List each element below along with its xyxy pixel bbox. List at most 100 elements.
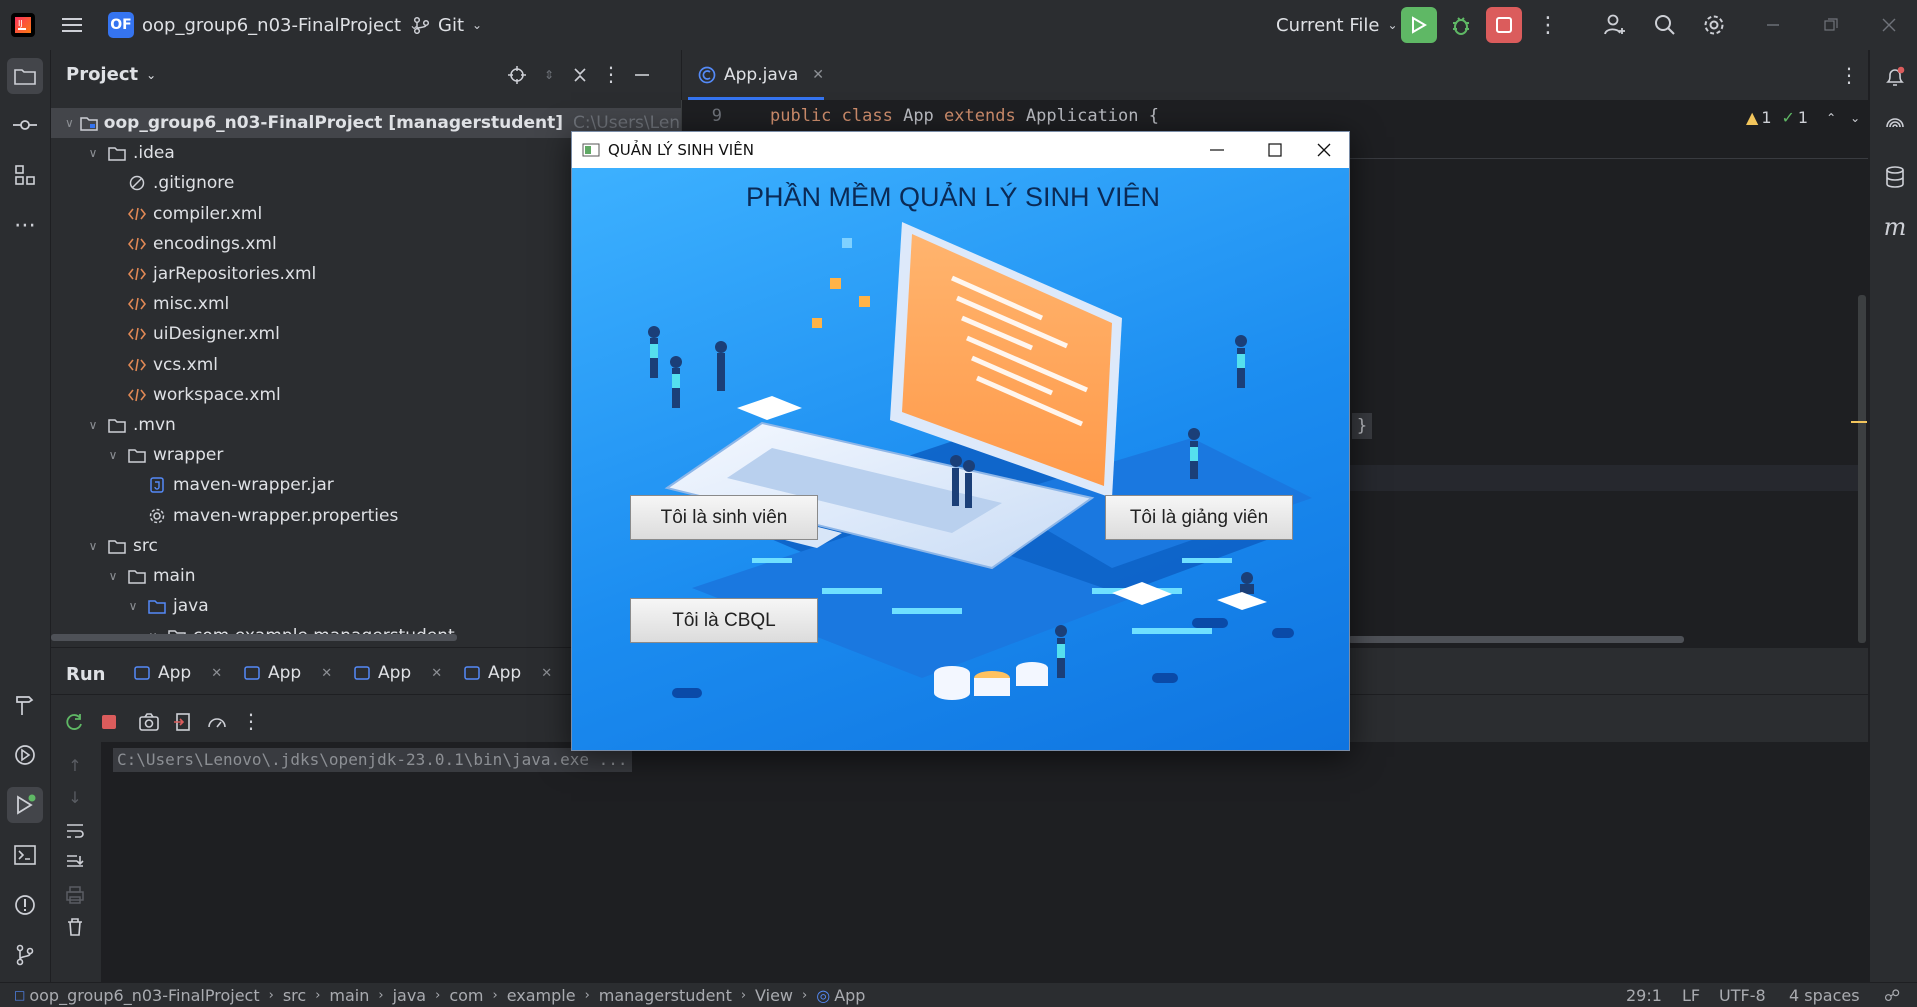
maven-icon[interactable]: m xyxy=(1880,212,1910,242)
stop-run-button[interactable] xyxy=(97,710,121,734)
chevron-down-icon[interactable]: ∨ xyxy=(105,569,121,583)
scroll-up-icon[interactable]: ↑ xyxy=(62,752,88,778)
admin-login-button[interactable]: Tôi là CBQL xyxy=(630,598,818,643)
exit-button[interactable] xyxy=(171,710,195,734)
print-button[interactable] xyxy=(62,882,88,908)
inspection-widget[interactable]: ▲ 1 ✓ 1 ⌃ ⌄ xyxy=(1746,108,1860,127)
build-tool-button[interactable] xyxy=(10,690,40,720)
project-tool-button[interactable] xyxy=(7,58,43,94)
breadcrumb-item[interactable]: com xyxy=(449,986,483,1005)
chevron-up-icon[interactable]: ⌃ xyxy=(1826,111,1836,125)
line-separator[interactable]: LF xyxy=(1682,986,1700,1005)
dialog-maximize-button[interactable] xyxy=(1250,132,1300,168)
tree-item[interactable]: ∨ wrapper xyxy=(105,440,224,470)
tree-item[interactable]: vcs.xml xyxy=(105,350,218,380)
vcs-selector[interactable]: Git ⌄ xyxy=(412,0,482,50)
tree-item[interactable]: compiler.xml xyxy=(105,199,262,229)
run-options-icon[interactable]: ⋮ xyxy=(239,708,263,734)
breadcrumb-item[interactable]: src xyxy=(283,986,306,1005)
chevron-down-icon[interactable]: ∨ xyxy=(105,448,121,462)
code-line[interactable]: 9 public class App extends Application { xyxy=(682,101,1868,131)
more-actions-icon[interactable]: ⋮ xyxy=(1535,12,1561,38)
main-menu-icon[interactable] xyxy=(60,13,84,37)
options-icon[interactable]: ⋮ xyxy=(600,62,622,86)
scroll-to-end-button[interactable] xyxy=(62,850,88,876)
student-login-button[interactable]: Tôi là sinh viên xyxy=(630,495,818,540)
chevron-down-icon[interactable]: ∨ xyxy=(125,599,141,613)
run-tab[interactable]: App ✕ xyxy=(464,658,552,688)
problems-tool-button[interactable] xyxy=(10,890,40,920)
editor-vertical-scrollbar[interactable] xyxy=(1858,295,1866,643)
project-panel-title[interactable]: Project ⌄ xyxy=(66,64,156,85)
horizontal-scrollbar[interactable] xyxy=(51,634,457,641)
commit-tool-button[interactable] xyxy=(10,110,40,140)
more-tools-icon[interactable]: ⋯ xyxy=(10,210,40,240)
folded-brace[interactable]: } xyxy=(1352,413,1372,439)
breadcrumb-item[interactable]: oop_group6_n03-FinalProject xyxy=(29,986,259,1005)
structure-tool-button[interactable] xyxy=(10,160,40,190)
run-console[interactable]: C:\Users\Lenovo\.jdks\openjdk-23.0.1\bin… xyxy=(101,742,1868,982)
expand-all-icon[interactable]: ⇕ xyxy=(538,64,560,86)
tree-item[interactable]: .gitignore xyxy=(105,168,234,198)
close-tab-icon[interactable]: ✕ xyxy=(812,67,824,83)
services-tool-button[interactable] xyxy=(10,740,40,770)
run-tab[interactable]: App ✕ xyxy=(354,658,442,688)
chevron-down-icon[interactable]: ⌄ xyxy=(1850,111,1860,125)
chevron-down-icon[interactable]: ∨ xyxy=(85,539,101,553)
tree-item[interactable]: jarRepositories.xml xyxy=(105,259,316,289)
search-button[interactable] xyxy=(1650,10,1680,40)
tree-item[interactable]: maven-wrapper.jar xyxy=(125,470,334,500)
clear-console-button[interactable] xyxy=(62,914,88,940)
file-encoding[interactable]: UTF-8 xyxy=(1719,986,1766,1005)
git-tool-button[interactable] xyxy=(10,940,40,970)
profiler-button[interactable] xyxy=(205,710,229,734)
editor-horizontal-scrollbar[interactable] xyxy=(1348,636,1684,643)
hide-panel-button[interactable] xyxy=(631,64,653,86)
breadcrumb-item[interactable]: java xyxy=(393,986,427,1005)
breadcrumb-item[interactable]: View xyxy=(755,986,793,1005)
dialog-close-button[interactable] xyxy=(1299,132,1349,168)
chevron-down-icon[interactable]: ∨ xyxy=(85,418,101,432)
close-tab-icon[interactable]: ✕ xyxy=(541,666,552,681)
run-tab[interactable]: App ✕ xyxy=(134,658,222,688)
tree-item[interactable]: ∨ .idea xyxy=(85,138,175,168)
run-tool-button[interactable] xyxy=(7,787,43,823)
breadcrumb-item[interactable]: example xyxy=(507,986,576,1005)
tree-item[interactable]: ∨ java xyxy=(125,591,209,621)
soft-wrap-button[interactable] xyxy=(62,818,88,844)
teacher-login-button[interactable]: Tôi là giảng viên xyxy=(1105,495,1293,540)
close-tab-icon[interactable]: ✕ xyxy=(431,666,442,681)
close-tab-icon[interactable]: ✕ xyxy=(211,666,222,681)
project-selector[interactable]: OF oop_group6_n03-FinalProject ⌄ xyxy=(108,0,419,50)
close-tab-icon[interactable]: ✕ xyxy=(321,666,332,681)
tree-item[interactable]: ∨ .mvn xyxy=(85,410,176,440)
run-config-selector[interactable]: Current File ⌄ xyxy=(1276,0,1398,50)
rerun-button[interactable] xyxy=(1401,7,1437,43)
tree-item[interactable]: ∨ src xyxy=(85,531,158,561)
settings-button[interactable] xyxy=(1699,10,1729,40)
indent-setting[interactable]: 4 spaces xyxy=(1789,986,1860,1005)
tree-item[interactable]: encodings.xml xyxy=(105,229,277,259)
tree-item[interactable]: uiDesigner.xml xyxy=(105,319,280,349)
add-user-button[interactable] xyxy=(1600,10,1630,40)
window-restore-button[interactable] xyxy=(1818,12,1844,38)
collapse-all-button[interactable] xyxy=(569,64,591,86)
tree-item[interactable]: misc.xml xyxy=(105,289,229,319)
rerun-button[interactable] xyxy=(63,710,87,734)
notifications-button[interactable] xyxy=(1880,62,1910,92)
tab-app-java[interactable]: App.java ✕ xyxy=(682,50,830,100)
breadcrumb-item[interactable]: managerstudent xyxy=(599,986,732,1005)
locate-file-button[interactable] xyxy=(506,64,528,86)
tree-item[interactable]: ∨ main xyxy=(105,561,196,591)
debug-button[interactable] xyxy=(1446,10,1476,40)
breadcrumb-item[interactable]: App xyxy=(834,986,865,1005)
readonly-lock-icon[interactable]: ☍ xyxy=(1884,986,1900,1005)
screenshot-button[interactable] xyxy=(137,710,161,734)
stop-button[interactable] xyxy=(1486,7,1522,43)
breadcrumb-item[interactable]: main xyxy=(329,986,369,1005)
window-close-button[interactable] xyxy=(1876,12,1902,38)
chevron-down-icon[interactable]: ∨ xyxy=(65,116,74,130)
tab-options-icon[interactable]: ⋮ xyxy=(1837,62,1861,88)
database-button[interactable] xyxy=(1880,162,1910,192)
caret-position[interactable]: 29:1 xyxy=(1626,986,1662,1005)
